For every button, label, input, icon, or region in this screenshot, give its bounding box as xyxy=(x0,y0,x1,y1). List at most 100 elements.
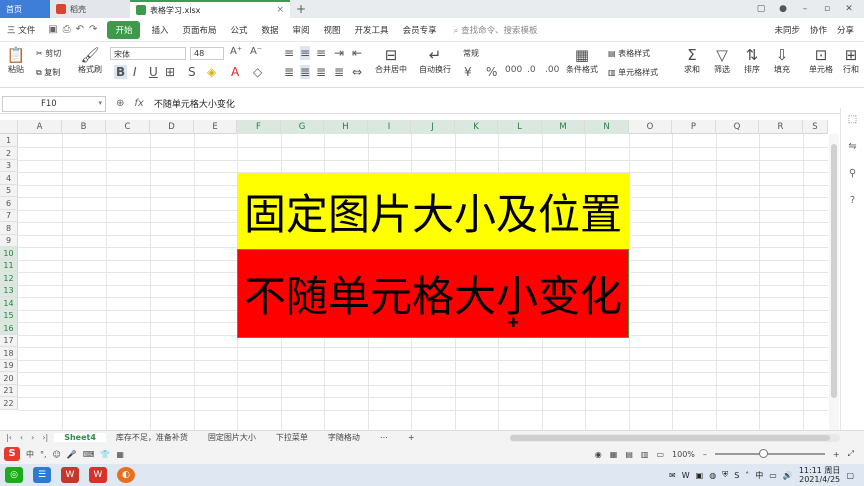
wps-office-icon[interactable]: W xyxy=(89,467,107,483)
close-tab-icon[interactable]: × xyxy=(276,5,284,15)
row-header[interactable]: 9 xyxy=(0,235,18,247)
save-icon[interactable]: ▣ xyxy=(48,24,57,35)
zoom-in-icon[interactable]: + xyxy=(833,450,840,459)
wechat-icon[interactable]: ◎ xyxy=(5,467,23,483)
column-header[interactable]: O xyxy=(629,120,672,134)
toolbox-icon[interactable]: ▦ xyxy=(116,450,124,459)
display-icon[interactable]: ▭ xyxy=(769,471,777,480)
mic-icon[interactable]: 🎤 xyxy=(67,450,77,459)
row-header[interactable]: 19 xyxy=(0,360,18,372)
underline-icon[interactable]: U xyxy=(149,65,158,79)
row-column-button[interactable]: ⊞ 行和 xyxy=(840,46,862,75)
tab-docer[interactable]: 稻壳 xyxy=(50,0,130,18)
page-layout-view-icon[interactable]: ▤ xyxy=(625,450,633,459)
normal-view-icon[interactable]: ▦ xyxy=(610,450,618,459)
row-header[interactable]: 15 xyxy=(0,310,18,322)
grow-font-icon[interactable]: A⁺ xyxy=(230,46,242,57)
conditional-format-button[interactable]: ▦ 条件格式 xyxy=(562,46,602,75)
column-header[interactable]: C xyxy=(106,120,150,134)
zoom-slider-knob[interactable] xyxy=(758,449,768,458)
close-window-icon[interactable]: ✕ xyxy=(842,4,856,14)
reading-view-icon[interactable]: ▭ xyxy=(656,450,664,459)
align-bottom-icon[interactable]: ≡ xyxy=(316,46,326,60)
more-sheets-icon[interactable]: ⋯ xyxy=(370,433,398,442)
increase-decimal-icon[interactable]: .0 xyxy=(527,65,536,75)
row-header[interactable]: 21 xyxy=(0,385,18,397)
font-name-select[interactable]: 宋体 xyxy=(110,47,186,60)
row-header[interactable]: 16 xyxy=(0,322,18,335)
indent-icon[interactable]: ⇥ xyxy=(334,46,344,60)
picture-red-banner[interactable]: 不随单元格大小变化 xyxy=(237,249,629,338)
zoom-level[interactable]: 100% xyxy=(672,450,695,459)
app-icon[interactable]: ☰ xyxy=(33,467,51,483)
minimize-icon[interactable]: – xyxy=(798,4,812,14)
menu-developer[interactable]: 开发工具 xyxy=(348,24,396,36)
column-header[interactable]: S xyxy=(803,120,828,134)
italic-icon[interactable]: I xyxy=(133,65,137,79)
decrease-decimal-icon[interactable]: .00 xyxy=(545,65,559,75)
align-right-icon[interactable]: ≣ xyxy=(316,65,326,79)
first-sheet-icon[interactable]: |‹ xyxy=(6,433,12,442)
menu-start[interactable]: 开始 xyxy=(107,20,141,39)
chevron-down-icon[interactable]: ▾ xyxy=(98,99,102,107)
zoom-out-icon[interactable]: – xyxy=(703,450,707,459)
next-sheet-icon[interactable]: › xyxy=(31,433,34,442)
formula-input[interactable]: 不随单元格大小变化 xyxy=(154,97,235,110)
cut-button[interactable]: ✂ 剪切 xyxy=(36,48,61,59)
sogou-tray-icon[interactable]: S xyxy=(734,471,739,480)
last-sheet-icon[interactable]: ›| xyxy=(42,433,48,442)
menu-data[interactable]: 数据 xyxy=(255,24,286,36)
align-top-icon[interactable]: ≡ xyxy=(284,46,294,60)
tab-home[interactable]: 首页 xyxy=(0,0,50,18)
eye-protect-icon[interactable]: ◉ xyxy=(595,450,602,459)
shield-tray-icon[interactable]: ⛨ xyxy=(722,470,728,480)
wechat-tray-icon[interactable]: ✉ xyxy=(669,471,676,480)
volume-icon[interactable]: 🔊 xyxy=(783,471,793,480)
sheet-tab-restock[interactable]: 库存不足，准备补货 xyxy=(106,432,198,443)
skin-icon[interactable]: 👕 xyxy=(100,450,110,459)
column-header[interactable]: F xyxy=(237,120,281,134)
collaborate-button[interactable]: 协作 xyxy=(810,24,827,36)
row-header[interactable]: 18 xyxy=(0,347,18,360)
sheet-tab-text-follow[interactable]: 字随格动 xyxy=(318,432,370,443)
notification-icon[interactable]: ▢ xyxy=(846,471,854,480)
column-header[interactable]: M xyxy=(542,120,585,134)
print-icon[interactable]: ⎙ xyxy=(63,24,71,35)
horizontal-scroll-thumb[interactable] xyxy=(510,434,830,441)
vertical-scroll-thumb[interactable] xyxy=(831,144,837,398)
column-header[interactable]: I xyxy=(368,120,411,134)
row-header[interactable]: 7 xyxy=(0,210,18,222)
column-header[interactable]: G xyxy=(281,120,324,134)
menu-insert[interactable]: 插入 xyxy=(144,24,175,36)
column-header[interactable]: H xyxy=(324,120,368,134)
distribute-icon[interactable]: ⇔ xyxy=(352,65,362,79)
command-search[interactable]: ⌕ 查找命令、搜索模板 xyxy=(444,24,538,36)
column-header[interactable]: N xyxy=(585,120,629,134)
strikethrough-icon[interactable]: S xyxy=(188,65,196,79)
cell-style-button[interactable]: ▥ 单元格样式 xyxy=(608,67,658,78)
keyboard-icon[interactable]: ⌨ xyxy=(83,450,95,459)
undo-icon[interactable]: ↶ xyxy=(76,24,84,35)
clear-format-icon[interactable]: ◇ xyxy=(253,65,262,79)
fx-icon[interactable]: fx xyxy=(134,98,143,109)
row-header[interactable]: 1 xyxy=(0,134,18,147)
column-header[interactable]: J xyxy=(411,120,455,134)
fit-screen-icon[interactable]: ⤢ xyxy=(848,449,854,459)
wrap-text-button[interactable]: ↵ 自动换行 xyxy=(416,46,454,75)
row-header[interactable]: 2 xyxy=(0,147,18,160)
row-header[interactable]: 20 xyxy=(0,372,18,385)
add-sheet-button[interactable]: + xyxy=(398,433,425,442)
font-size-select[interactable]: 48 xyxy=(190,47,224,60)
copy-button[interactable]: ⧉ 复制 xyxy=(36,67,60,78)
row-header[interactable]: 14 xyxy=(0,297,18,310)
zoom-slider[interactable] xyxy=(714,449,825,458)
table-style-button[interactable]: ▤ 表格样式 xyxy=(608,48,650,59)
sogou-logo-icon[interactable]: S xyxy=(4,447,20,461)
new-tab-button[interactable]: + xyxy=(290,0,312,18)
row-header[interactable]: 8 xyxy=(0,222,18,235)
sheet-tab-sheet4[interactable]: Sheet4 xyxy=(54,433,106,442)
redo-icon[interactable]: ↷ xyxy=(89,24,97,35)
sum-button[interactable]: Σ 求和 xyxy=(680,46,704,75)
share-button[interactable]: 分享 xyxy=(837,24,854,36)
currency-icon[interactable]: ¥ xyxy=(464,65,472,79)
